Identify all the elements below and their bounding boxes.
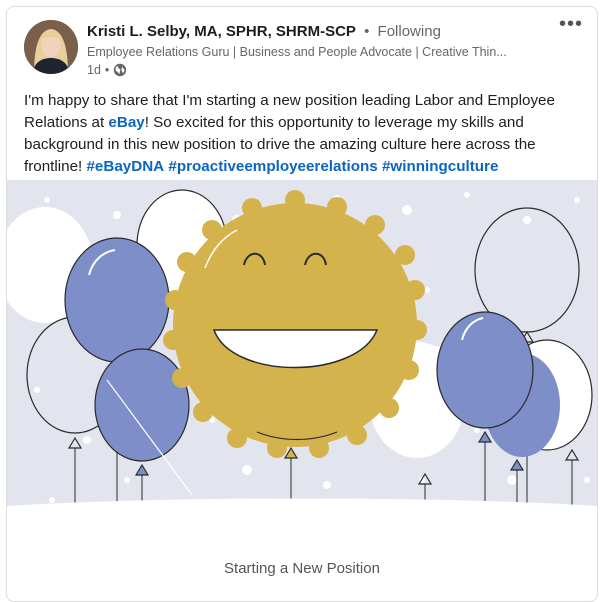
- post-time: 1d: [87, 63, 101, 77]
- post-meta: 1d •: [87, 63, 127, 77]
- separator-dot: •: [364, 23, 370, 40]
- avatar[interactable]: [24, 20, 78, 74]
- post-text: I'm happy to share that I'm starting a n…: [24, 90, 584, 178]
- hashtag-link[interactable]: #proactiveemployeerelations: [168, 158, 377, 175]
- more-options-button[interactable]: •••: [559, 14, 583, 34]
- author-name[interactable]: Kristi L. Selby, MA, SPHR, SHRM-SCP: [87, 23, 356, 40]
- balloons-smiley-illustration: [7, 180, 597, 536]
- avatar-photo: [24, 20, 78, 74]
- time-separator: •: [104, 63, 110, 77]
- hashtag-link[interactable]: #winningculture: [382, 158, 498, 175]
- ebay-mention-link[interactable]: eBay: [108, 114, 144, 131]
- post-card: Kristi L. Selby, MA, SPHR, SHRM-SCP • Fo…: [6, 6, 598, 602]
- celebration-image[interactable]: [7, 180, 597, 536]
- globe-icon: [113, 63, 127, 77]
- author-line: Kristi L. Selby, MA, SPHR, SHRM-SCP • Fo…: [87, 23, 441, 40]
- image-caption: Starting a New Position: [224, 560, 380, 577]
- hashtag-link[interactable]: #eBayDNA: [86, 158, 164, 175]
- follow-status[interactable]: Following: [378, 23, 441, 40]
- author-headline: Employee Relations Guru | Business and P…: [87, 45, 507, 59]
